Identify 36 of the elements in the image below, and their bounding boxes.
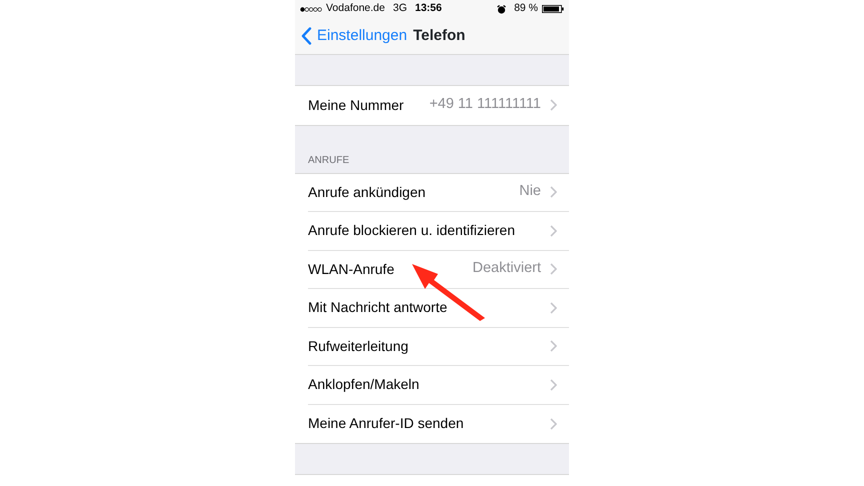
- carrier-name: Vodafone.de: [326, 1, 385, 16]
- row-value: Deaktiviert: [472, 259, 541, 278]
- chevron-icon: [550, 263, 557, 276]
- row-value: Nie: [519, 182, 541, 202]
- settings-row[interactable]: Meine Anrufer-ID senden: [295, 404, 569, 443]
- network-type: 3G: [392, 1, 407, 16]
- settings-row[interactable]: Anrufe blockieren u. identifizieren: [295, 212, 569, 250]
- row-label: Meine Anrufer-ID senden: [308, 414, 464, 434]
- section-header: ANRUFE: [308, 154, 350, 168]
- chevron-icon: [550, 99, 557, 112]
- signal-icon: [300, 6, 322, 12]
- row-value: +49 11 111111111: [429, 95, 541, 114]
- settings-row[interactable]: Anrufe ankündigen Nie: [295, 174, 569, 212]
- chevron-icon: [550, 302, 557, 314]
- back-chevron-icon: [301, 27, 312, 45]
- row-label: Rufweiterleitung: [308, 336, 408, 356]
- row-label: WLAN-Anrufe: [308, 260, 394, 279]
- clock-time: 13:56: [415, 1, 442, 16]
- row-label: Meine Nummer: [308, 96, 404, 115]
- row-label: Anrufe ankündigen: [308, 182, 426, 202]
- chevron-icon: [550, 224, 557, 237]
- settings-row[interactable]: Meine Nummer +49 11 111111111: [295, 86, 569, 124]
- chevron-icon: [550, 418, 557, 430]
- alarm-clock-icon: [497, 4, 506, 14]
- battery-icon: [542, 5, 564, 13]
- chevron-icon: [550, 186, 557, 198]
- battery-percentage: 89 %: [514, 1, 538, 16]
- settings-row[interactable]: Rufweiterleitung: [295, 328, 569, 366]
- screen-title: Telefon: [413, 26, 466, 46]
- settings-row[interactable]: Anklopfen/Makeln: [295, 366, 569, 404]
- back-button[interactable]: Einstellungen: [301, 24, 408, 48]
- chevron-icon: [550, 378, 557, 391]
- row-label: Anrufe blockieren u. identifizieren: [308, 221, 516, 240]
- row-label: Anklopfen/Makeln: [308, 375, 420, 394]
- row-label: Mit Nachricht antworte: [308, 298, 448, 318]
- chevron-icon: [550, 340, 557, 352]
